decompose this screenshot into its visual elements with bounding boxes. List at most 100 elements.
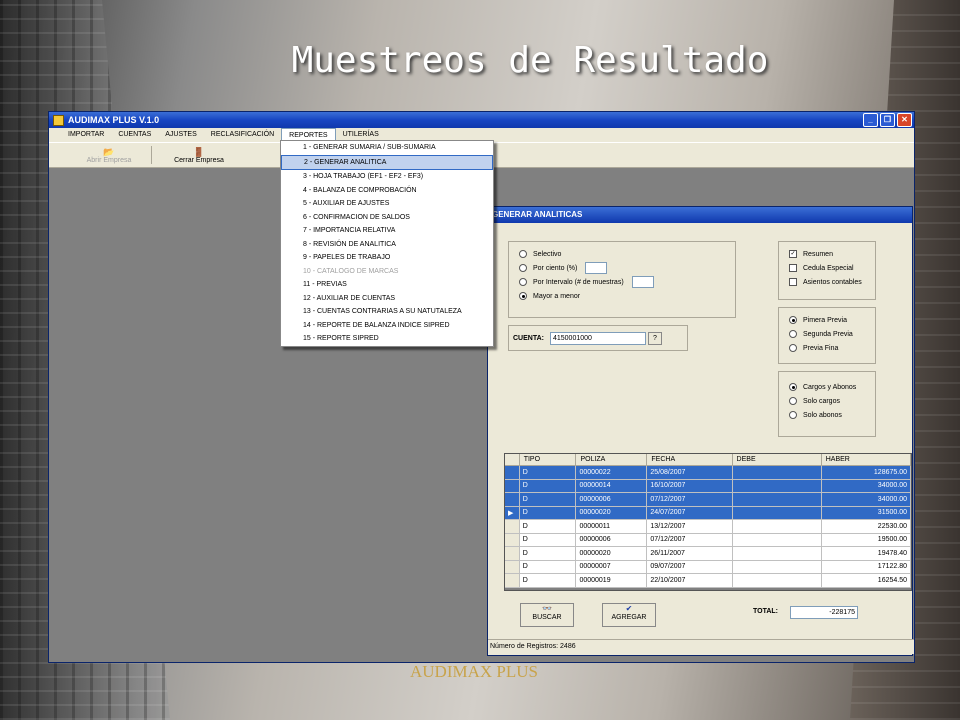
menu-item-balanza-sipred[interactable]: 14 - REPORTE DE BALANZA INDICE SIPRED bbox=[281, 319, 493, 333]
menu-item-hoja-trabajo[interactable]: 3 - HOJA TRABAJO (EF1 - EF2 - EF3) bbox=[281, 170, 493, 184]
column-header-fecha[interactable]: FECHA bbox=[646, 454, 733, 466]
cell-haber: 128675.00 bbox=[821, 465, 912, 480]
option-previa-fina[interactable]: Previa Fina bbox=[779, 341, 875, 355]
option-pimera-previa[interactable]: Pimera Previa bbox=[779, 313, 875, 327]
cuenta-input[interactable]: 4150001000 bbox=[549, 331, 646, 345]
status-bar: Número de Registros: 2486 bbox=[488, 639, 914, 654]
row-header[interactable] bbox=[505, 573, 520, 588]
open-company-button[interactable]: 📂 Abrir Empresa bbox=[69, 147, 149, 164]
restore-button[interactable]: ❐ bbox=[880, 113, 895, 127]
menu-item-previas[interactable]: 11 - PREVIAS bbox=[281, 278, 493, 292]
menu-item-cuentas-contrarias[interactable]: 13 - CUENTAS CONTRARIAS A SU NATUTALEZA bbox=[281, 305, 493, 319]
column-header-poliza[interactable]: POLIZA bbox=[575, 454, 648, 466]
option-label: Solo abonos bbox=[803, 411, 842, 419]
interval-input[interactable] bbox=[631, 276, 654, 288]
grid-header-row: TIPO POLIZA FECHA DEBE HABER bbox=[505, 454, 912, 466]
cell-poliza: 00000019 bbox=[575, 573, 648, 588]
check-resumen[interactable]: ✓ Resumen bbox=[779, 247, 875, 261]
table-row[interactable]: D 00000007 09/07/2007 17122.80 bbox=[505, 560, 912, 574]
row-header[interactable] bbox=[505, 546, 520, 561]
close-button[interactable]: ✕ bbox=[897, 113, 912, 127]
table-row-current[interactable]: ▶ D 00000020 24/07/2007 31500.00 bbox=[505, 506, 912, 520]
menu-item-revision-analitica[interactable]: 8 - REVISIÓN DE ANALITICA bbox=[281, 238, 493, 252]
sample-options-group: Selectivo Por ciento (%) Por Intervalo (… bbox=[508, 241, 736, 318]
option-solo-abonos[interactable]: Solo abonos bbox=[779, 408, 875, 422]
option-por-intervalo[interactable]: Por Intervalo (# de muestras) bbox=[509, 275, 735, 289]
buscar-button[interactable]: 👓 BUSCAR bbox=[520, 603, 574, 627]
child-window-title: GENERAR ANALITICAS bbox=[488, 207, 912, 223]
cuenta-group: CUENTA: 4150001000 ? bbox=[508, 325, 688, 351]
row-header[interactable] bbox=[505, 533, 520, 547]
menu-item-reporte-sipred[interactable]: 15 - REPORTE SIPRED bbox=[281, 332, 493, 346]
cell-fecha: 07/12/2007 bbox=[646, 533, 733, 547]
menu-item-importancia-relativa[interactable]: 7 - IMPORTANCIA RELATIVA bbox=[281, 224, 493, 238]
cell-poliza: 00000022 bbox=[575, 465, 648, 480]
check-label: Resumen bbox=[803, 250, 833, 258]
minimize-button[interactable]: _ bbox=[863, 113, 878, 127]
row-pointer-icon[interactable]: ▶ bbox=[505, 506, 520, 520]
column-header-tipo[interactable]: TIPO bbox=[519, 454, 577, 466]
app-titlebar[interactable]: AUDIMAX PLUS V.1.0 _ ❐ ✕ bbox=[49, 112, 914, 128]
check-label: Asientos contables bbox=[803, 278, 862, 286]
option-segunda-previa[interactable]: Segunda Previa bbox=[779, 327, 875, 341]
column-header-debe[interactable]: DEBE bbox=[732, 454, 822, 466]
option-selectivo[interactable]: Selectivo bbox=[509, 247, 735, 261]
row-header[interactable] bbox=[505, 560, 520, 574]
cuenta-lookup-button[interactable]: ? bbox=[647, 331, 662, 345]
app-icon bbox=[53, 114, 64, 126]
cell-debe bbox=[732, 533, 822, 547]
menu-item-papeles-trabajo[interactable]: 9 - PAPELES DE TRABAJO bbox=[281, 251, 493, 265]
menu-item-balanza-comprobacion[interactable]: 4 - BALANZA DE COMPROBACIÓN bbox=[281, 184, 493, 198]
check-cedula-especial[interactable]: Cedula Especial bbox=[779, 261, 875, 275]
cell-poliza: 00000011 bbox=[575, 519, 648, 534]
table-row[interactable]: D 00000006 07/12/2007 19500.00 bbox=[505, 533, 912, 547]
option-label: Selectivo bbox=[533, 250, 562, 258]
option-cargos-y-abonos[interactable]: Cargos y Abonos bbox=[779, 380, 875, 394]
menu-importar[interactable]: IMPORTAR bbox=[61, 128, 111, 142]
menu-item-auxiliar-cuentas[interactable]: 12 - AUXILIAR DE CUENTAS bbox=[281, 292, 493, 306]
table-row[interactable]: D 00000014 16/10/2007 34000.00 bbox=[505, 479, 912, 493]
cell-fecha: 07/12/2007 bbox=[646, 492, 733, 507]
agregar-button[interactable]: ✔ AGREGAR bbox=[602, 603, 656, 627]
close-company-button[interactable]: 🚪 Cerrar Empresa bbox=[154, 147, 244, 164]
cell-fecha: 16/10/2007 bbox=[646, 479, 733, 493]
cell-haber: 34000.00 bbox=[821, 479, 912, 493]
menu-reclasificacion[interactable]: RECLASIFICACIÓN bbox=[204, 128, 281, 142]
column-header-haber[interactable]: HABER bbox=[821, 454, 912, 466]
menu-item-generar-analitica[interactable]: 2 - GENERAR ANALITICA bbox=[281, 154, 493, 170]
row-header[interactable] bbox=[505, 479, 520, 493]
option-mayor-a-menor[interactable]: Mayor a menor bbox=[509, 289, 735, 303]
option-solo-cargos[interactable]: Solo cargos bbox=[779, 394, 875, 408]
check-asientos-contables[interactable]: Asientos contables bbox=[779, 275, 875, 289]
menu-item-auxiliar-ajustes[interactable]: 5 - AUXILIAR DE AJUSTES bbox=[281, 197, 493, 211]
row-header[interactable] bbox=[505, 492, 520, 507]
menu-cuentas[interactable]: CUENTAS bbox=[111, 128, 158, 142]
open-company-label: Abrir Empresa bbox=[86, 156, 132, 164]
table-row[interactable]: D 00000019 22/10/2007 16254.50 bbox=[505, 573, 912, 588]
menu-item-generar-sumaria[interactable]: 1 - GENERAR SUMARIA / SUB-SUMARIA bbox=[281, 141, 493, 155]
percent-input[interactable] bbox=[585, 262, 608, 274]
results-grid: TIPO POLIZA FECHA DEBE HABER D 00000022 … bbox=[504, 453, 912, 591]
folder-open-icon: 📂 bbox=[103, 146, 115, 157]
cell-haber: 31500.00 bbox=[821, 506, 912, 520]
radio-icon bbox=[789, 344, 797, 352]
table-row[interactable]: D 00000011 13/12/2007 22530.00 bbox=[505, 519, 912, 534]
cell-debe bbox=[732, 506, 822, 520]
cell-debe bbox=[732, 546, 822, 561]
row-header[interactable] bbox=[505, 519, 520, 534]
menu-item-confirmacion-saldos[interactable]: 6 - CONFIRMACION DE SALDOS bbox=[281, 211, 493, 225]
results-table: TIPO POLIZA FECHA DEBE HABER D 00000022 … bbox=[505, 454, 912, 588]
cell-haber: 17122.80 bbox=[821, 560, 912, 574]
slide-title: Muestreos de Resultado bbox=[291, 40, 769, 81]
row-header[interactable] bbox=[505, 465, 520, 480]
cell-tipo: D bbox=[519, 465, 577, 480]
cell-debe bbox=[732, 560, 822, 574]
option-por-ciento[interactable]: Por ciento (%) bbox=[509, 261, 735, 275]
table-row[interactable]: D 00000020 26/11/2007 19478.40 bbox=[505, 546, 912, 561]
footer-brand: AUDIMAX PLUS bbox=[410, 662, 538, 681]
option-label: Cargos y Abonos bbox=[803, 383, 857, 391]
generar-analiticas-window: GENERAR ANALITICAS Selectivo Por ciento … bbox=[487, 206, 914, 656]
table-row[interactable]: D 00000022 25/08/2007 128675.00 bbox=[505, 465, 912, 480]
menu-ajustes[interactable]: AJUSTES bbox=[158, 128, 204, 142]
table-row[interactable]: D 00000006 07/12/2007 34000.00 bbox=[505, 492, 912, 507]
